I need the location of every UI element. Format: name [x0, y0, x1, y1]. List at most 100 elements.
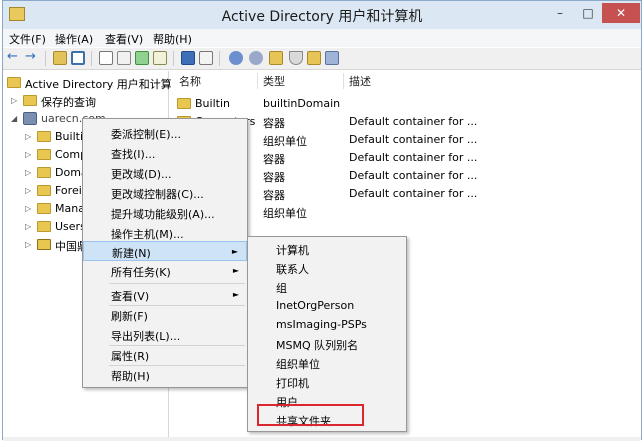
row-type: 组织单位 [263, 207, 307, 220]
expand-icon[interactable]: ▷ [25, 186, 31, 195]
row-description: Default container for ... [349, 187, 478, 200]
folder-icon [23, 95, 37, 106]
help-icon[interactable] [181, 51, 195, 65]
row-name: Builtin [195, 97, 230, 110]
ou-folder-icon [37, 239, 51, 250]
status-bar [3, 437, 641, 441]
submenu-item-printer[interactable]: 打印机 [248, 372, 406, 391]
folder-icon [177, 98, 191, 109]
properties-icon[interactable] [117, 51, 131, 65]
up-folder-icon[interactable] [53, 51, 67, 65]
folder-icon [37, 185, 51, 196]
row-type: 容器 [263, 171, 285, 184]
tree-item-label: 保存的查询 [41, 96, 96, 109]
submenu-item-ou[interactable]: 组织单位 [248, 353, 406, 372]
menu-item-help[interactable]: 帮助(H) [83, 365, 247, 385]
row-type: 容器 [263, 153, 285, 166]
menu-separator [109, 283, 245, 284]
row-description: Default container for ... [349, 133, 478, 146]
menu-action[interactable]: 操作(A) [55, 31, 93, 47]
expand-icon[interactable]: ▷ [25, 150, 31, 159]
menu-item-new[interactable]: 新建(N) ► [83, 241, 247, 261]
show-tree-icon[interactable] [71, 51, 85, 65]
expand-icon[interactable]: ▷ [25, 240, 31, 249]
new-submenu: 计算机 联系人 组 InetOrgPerson msImaging-PSPs M… [247, 236, 407, 432]
expand-icon[interactable]: ▷ [25, 132, 31, 141]
menu-item-refresh[interactable]: 刷新(F) [83, 305, 247, 325]
new-user-icon[interactable] [229, 51, 243, 65]
export-icon[interactable] [153, 51, 167, 65]
menu-item-change-dc[interactable]: 更改域控制器(C)... [83, 183, 247, 203]
menu-item-change-domain[interactable]: 更改域(D)... [83, 163, 247, 183]
expand-icon[interactable]: ▷ [25, 168, 31, 177]
close-button[interactable]: ✕ [602, 3, 640, 23]
menu-item-view[interactable]: 查看(V) ► [83, 285, 247, 305]
submenu-item-group[interactable]: 组 [248, 277, 406, 296]
menu-item-export-list[interactable]: 导出列表(L)... [83, 325, 247, 345]
toolbar-separator [45, 51, 46, 66]
back-icon[interactable]: ← [7, 49, 21, 64]
row-description: Default container for ... [349, 169, 478, 182]
toolbar-separator [91, 51, 92, 66]
folder-icon [37, 131, 51, 142]
snapin-folder-icon [7, 77, 21, 88]
tree-item-label: Active Directory 用户和计算机 [25, 78, 183, 91]
minimize-button[interactable]: – [546, 3, 574, 23]
domain-icon [23, 112, 37, 125]
column-divider[interactable] [257, 73, 258, 89]
menu-item-properties[interactable]: 属性(R) [83, 345, 247, 365]
menu-item-all-tasks[interactable]: 所有任务(K) ► [83, 261, 247, 281]
toolbar-separator [219, 51, 220, 66]
menu-item-operations-masters[interactable]: 操作主机(M)... [83, 223, 247, 243]
submenu-arrow-icon: ► [232, 266, 239, 275]
menu-view[interactable]: 查看(V) [105, 31, 143, 47]
submenu-item-msmq-alias[interactable]: MSMQ 队列别名 [248, 334, 406, 353]
menu-item-raise-level[interactable]: 提升域功能级别(A)... [83, 203, 247, 223]
column-header-type[interactable]: 类型 [263, 73, 285, 89]
console-icon[interactable] [199, 51, 213, 65]
new-ou-icon[interactable] [269, 51, 283, 65]
folder-icon [37, 167, 51, 178]
add-to-group-icon[interactable] [325, 51, 339, 65]
menu-file[interactable]: 文件(F) [9, 31, 46, 47]
menu-help[interactable]: 帮助(H) [153, 31, 192, 47]
column-divider[interactable] [343, 73, 344, 89]
folder-icon [37, 221, 51, 232]
column-header-name[interactable]: 名称 [179, 73, 201, 89]
expand-icon[interactable]: ▷ [11, 96, 17, 105]
menu-item-delegate-control[interactable]: 委派控制(E)... [83, 123, 247, 143]
toolbar: ← → [3, 48, 641, 70]
row-description: Default container for ... [349, 151, 478, 164]
copy-icon[interactable] [99, 51, 113, 65]
context-menu: 委派控制(E)... 查找(I)... 更改域(D)... 更改域控制器(C).… [82, 118, 248, 388]
folder-icon [37, 203, 51, 214]
row-type: 容器 [263, 189, 285, 202]
column-header-description[interactable]: 描述 [349, 73, 371, 89]
menu-bar: 文件(F) 操作(A) 查看(V) 帮助(H) [3, 29, 641, 47]
maximize-button[interactable]: □ [574, 3, 602, 23]
row-type: 组织单位 [263, 135, 307, 148]
submenu-item-msimaging-psps[interactable]: msImaging-PSPs [248, 315, 406, 334]
row-type: 容器 [263, 117, 285, 130]
submenu-item-contact[interactable]: 联系人 [248, 258, 406, 277]
expand-icon[interactable]: ▷ [25, 222, 31, 231]
filter-icon[interactable] [289, 51, 303, 65]
highlight-annotation-box [257, 404, 364, 426]
toolbar-separator [173, 51, 174, 66]
submenu-arrow-icon: ► [231, 247, 238, 256]
folder-icon [37, 149, 51, 160]
submenu-item-inetorgperson[interactable]: InetOrgPerson [248, 296, 406, 315]
submenu-arrow-icon: ► [232, 290, 239, 299]
expand-icon[interactable]: ▷ [25, 204, 31, 213]
menu-item-find[interactable]: 查找(I)... [83, 143, 247, 163]
tree-item-label: Mana [55, 202, 85, 215]
list-row[interactable]: Builtin builtinDomain [171, 95, 641, 113]
submenu-item-computer[interactable]: 计算机 [248, 239, 406, 258]
title-bar[interactable]: Active Directory 用户和计算机 – □ ✕ [3, 1, 641, 29]
new-group-icon[interactable] [249, 51, 263, 65]
collapse-icon[interactable]: ◢ [11, 114, 17, 123]
forward-icon[interactable]: → [25, 49, 39, 64]
find-icon[interactable] [307, 51, 321, 65]
row-type: builtinDomain [263, 97, 341, 110]
refresh-icon[interactable] [135, 51, 149, 65]
